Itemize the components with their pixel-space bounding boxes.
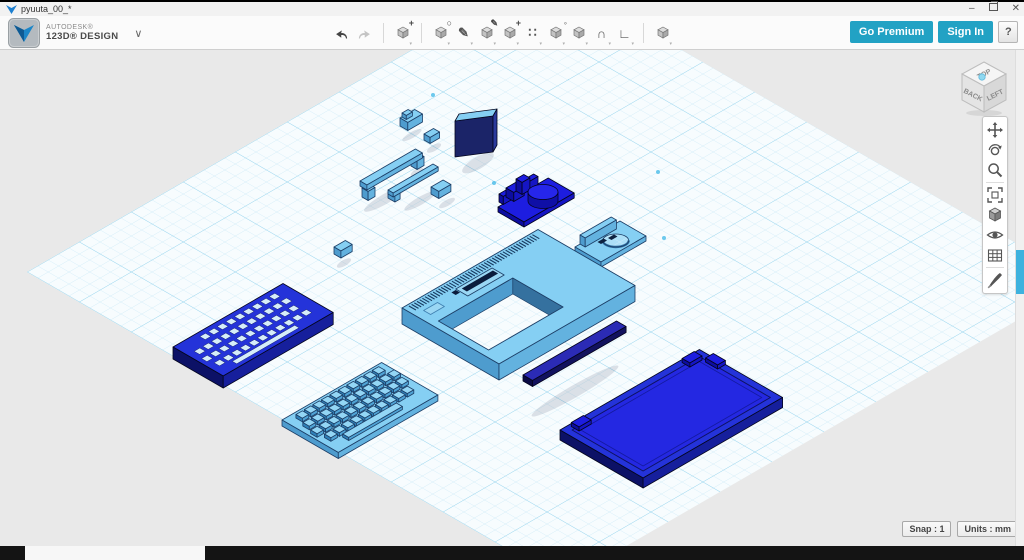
dropdown-caret-icon: ▾	[516, 41, 519, 47]
dropdown-caret-icon: ▾	[669, 41, 672, 47]
brand-123d-design: 123D® DESIGN	[46, 32, 118, 42]
right-scrollbar[interactable]	[1015, 50, 1024, 546]
measure-icon[interactable]: ∟▾	[613, 20, 636, 46]
visibility-icon[interactable]	[984, 225, 1006, 245]
orbit-icon[interactable]	[984, 140, 1006, 160]
os-taskbar	[0, 546, 1024, 560]
main-menu-chevron-icon[interactable]: ∨	[134, 27, 142, 40]
dropdown-caret-icon: ▾	[562, 41, 565, 47]
sketch-icon[interactable]: ✎▾	[452, 20, 475, 46]
go-premium-button[interactable]: Go Premium	[850, 21, 933, 43]
appbar: AUTODESK® 123D® DESIGN ∨ +▾○▾✎▾✎▾+▾∷▾◦▾▾…	[0, 16, 1024, 50]
scrollbar-thumb[interactable]	[1016, 250, 1024, 294]
dropdown-caret-icon: ▾	[409, 41, 412, 47]
construct-icon-glyph: ✎	[490, 18, 498, 29]
dropdown-caret-icon: ▾	[470, 41, 473, 47]
nav-separator	[986, 267, 1004, 268]
view-cube[interactable]: TOP BACK LEFT	[952, 54, 1016, 118]
dropdown-caret-icon: ▾	[585, 41, 588, 47]
material-icon[interactable]	[984, 270, 1006, 290]
fit-icon[interactable]	[984, 185, 1006, 205]
sketch-icon-glyph: ✎	[458, 25, 469, 41]
toolbar-separator	[643, 23, 644, 43]
undo-icon[interactable]	[330, 20, 353, 46]
minimize-button[interactable]: –	[969, 3, 975, 15]
help-button[interactable]: ?	[998, 21, 1018, 43]
snap-setting[interactable]: Snap : 1	[902, 521, 951, 537]
combine-icon[interactable]: ▾	[567, 20, 590, 46]
dropdown-caret-icon: ▾	[493, 41, 496, 47]
snap-icon[interactable]: ∩▾	[590, 20, 613, 46]
pattern-icon[interactable]: ∷▾	[521, 20, 544, 46]
restore-icon	[989, 3, 998, 11]
nav-separator	[986, 182, 1004, 183]
shaded-view-icon[interactable]	[984, 205, 1006, 225]
construct-icon[interactable]: ✎▾	[475, 20, 498, 46]
materials-icon[interactable]: ▾	[651, 20, 674, 46]
restore-button[interactable]	[989, 3, 998, 15]
app-window: pyuuta_00_* – ✕ AUTODESK® 123D® DESIGN ∨…	[0, 0, 1024, 560]
viewport-canvas[interactable]: TOP BACK LEFT Snap : 1 Units : mm	[0, 50, 1024, 546]
primitives-icon[interactable]: +▾	[391, 20, 414, 46]
taskbar-app-segment[interactable]	[25, 546, 205, 560]
primitives-icon-glyph: +	[409, 18, 414, 28]
titlebar: pyuuta_00_* – ✕	[0, 0, 1024, 16]
app-logo-icon	[6, 5, 17, 14]
window-title: pyuuta_00_*	[21, 4, 72, 14]
main-toolbar: +▾○▾✎▾✎▾+▾∷▾◦▾▾∩▾∟▾▾	[330, 19, 674, 47]
brand-block: AUTODESK® 123D® DESIGN ∨	[8, 18, 142, 48]
dropdown-caret-icon: ▾	[631, 41, 634, 47]
toolbar-separator	[421, 23, 422, 43]
statusbar: Snap : 1 Units : mm	[902, 521, 1018, 537]
close-button[interactable]: ✕	[1012, 3, 1020, 15]
grid-settings-icon[interactable]	[984, 245, 1006, 265]
snap-icon-glyph: ∩	[597, 26, 606, 41]
cartridge-door-plate[interactable]	[455, 109, 497, 157]
grouping-icon[interactable]: ◦▾	[544, 20, 567, 46]
pan-icon[interactable]	[984, 120, 1006, 140]
modify-icon[interactable]: +▾	[498, 20, 521, 46]
dropdown-caret-icon: ▾	[608, 41, 611, 47]
units-setting[interactable]: Units : mm	[957, 521, 1018, 537]
transform-icon[interactable]: ○▾	[429, 20, 452, 46]
dropdown-caret-icon: ▾	[447, 41, 450, 47]
measure-icon-glyph: ∟	[618, 26, 631, 41]
redo-icon[interactable]	[353, 20, 376, 46]
dropdown-caret-icon: ▾	[539, 41, 542, 47]
navigation-toolbar	[982, 116, 1008, 294]
zoom-icon[interactable]	[984, 160, 1006, 180]
autodesk-123d-logo	[8, 18, 40, 48]
view-cube-corner-dot[interactable]	[979, 74, 985, 80]
sign-in-button[interactable]: Sign In	[938, 21, 993, 43]
toolbar-separator	[383, 23, 384, 43]
pattern-icon-glyph: ∷	[528, 25, 536, 41]
